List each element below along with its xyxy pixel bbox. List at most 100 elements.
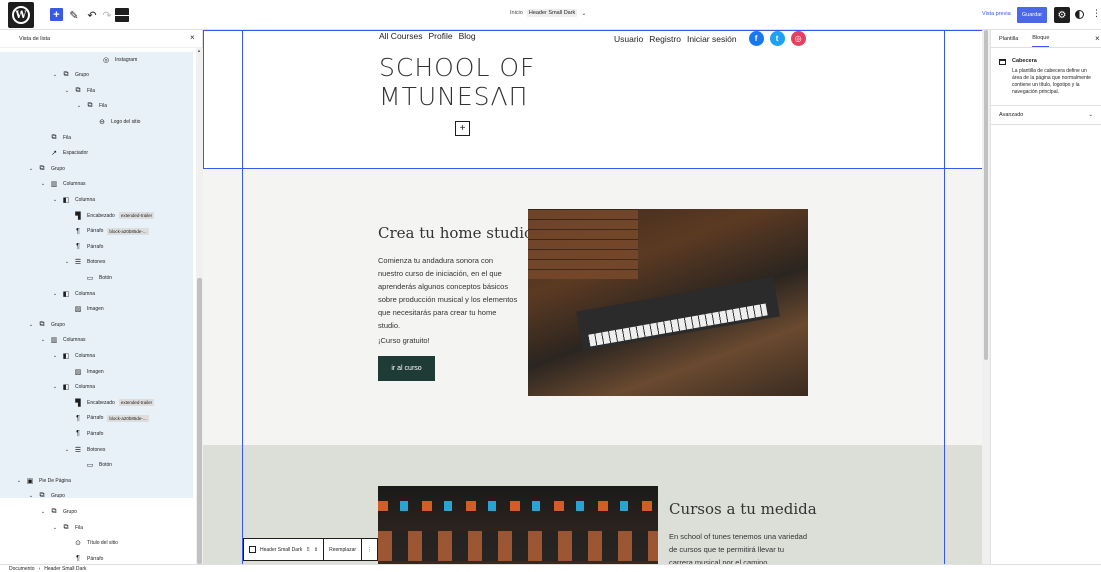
list-view-item[interactable]: ⌄ ⧉ Grupo	[0, 161, 193, 176]
nav-link-blog[interactable]: Blog	[459, 31, 476, 41]
go-to-course-button[interactable]: ir al curso	[378, 356, 435, 381]
list-view-item[interactable]: ▭ Botón	[0, 270, 193, 285]
chevron-down-icon[interactable]: ⌄	[16, 478, 22, 484]
list-view-item[interactable]: ▜ Encabezado extended-trailer	[0, 395, 193, 410]
preview-link[interactable]: Vista previa	[982, 11, 1011, 17]
close-icon[interactable]: ×	[1095, 34, 1100, 43]
redo-icon[interactable]: ↷	[101, 7, 113, 23]
chevron-down-icon[interactable]: ⌄	[28, 322, 34, 328]
section-heading[interactable]: Cursos a tu medida	[669, 500, 817, 518]
list-view-item[interactable]: ▜ Encabezado extended-trailer	[0, 208, 193, 223]
undo-icon[interactable]: ↶	[86, 7, 98, 23]
list-view-item[interactable]: ⌄ ▣ Pie De Página	[0, 473, 193, 488]
site-logo[interactable]: SCHOOL OF MTUNESΛΠ	[379, 53, 535, 111]
list-view-item[interactable]: ◎ Instagram	[0, 52, 193, 67]
list-view-item[interactable]: ⌄ ⧉ Grupo	[0, 489, 193, 504]
section-heading[interactable]: Crea tu home studio	[378, 224, 533, 242]
list-view-item[interactable]: ¶ Párrafo block-a20b85de-...	[0, 224, 193, 239]
list-view-item[interactable]: ⌄ ☰ Botones	[0, 442, 193, 457]
styles-icon[interactable]	[1074, 9, 1086, 21]
block-options-icon[interactable]: ⋮	[362, 539, 377, 560]
chevron-down-icon[interactable]: ⌄	[28, 493, 34, 499]
list-view-button[interactable]	[115, 8, 130, 22]
list-view-item[interactable]: ▨ Imagen	[0, 302, 193, 317]
facebook-icon[interactable]: f	[748, 31, 764, 46]
list-view-item[interactable]: ⊙ Título del sitio	[0, 536, 193, 551]
edit-tools-icon[interactable]: ✎	[68, 7, 80, 23]
nav-link-usuario[interactable]: Usuario	[614, 34, 643, 44]
list-view-item[interactable]: ▨ Imagen	[0, 364, 193, 379]
list-view-item[interactable]: ⌄ ▥ Columnas	[0, 177, 193, 192]
chevron-down-icon[interactable]: ⌄	[64, 447, 70, 453]
chevron-down-icon[interactable]: ⌄	[52, 72, 58, 78]
save-button[interactable]: Guardar	[1017, 7, 1047, 23]
block-type-switcher[interactable]: Header Small Dark ⠿ ⇕	[244, 539, 325, 560]
more-options-icon[interactable]: ⋮	[1092, 8, 1101, 19]
twitter-icon[interactable]: t	[769, 31, 785, 46]
list-view-item[interactable]: ⌄ ☰ Botones	[0, 255, 193, 270]
chevron-down-icon[interactable]: ⌄	[40, 337, 46, 343]
list-view-item[interactable]: ⌄ ⧉ Grupo	[0, 317, 193, 332]
chevron-down-icon[interactable]: ⌄	[64, 259, 70, 265]
list-view-item[interactable]: ↗ Espaciador	[0, 146, 193, 161]
nav-link-profile[interactable]: Profile	[428, 31, 452, 41]
chevron-down-icon[interactable]: ⌄	[52, 525, 58, 531]
move-up-down-icon[interactable]: ⇕	[314, 547, 318, 553]
free-course-paragraph[interactable]: ¡Curso gratuito!	[378, 336, 430, 345]
list-view-item[interactable]: ¶ Párrafo	[0, 426, 193, 441]
list-view-item[interactable]: ⌄ ⧉ Grupo	[0, 68, 193, 83]
close-icon[interactable]: ×	[190, 33, 195, 42]
list-view-item[interactable]: ¶ Párrafo	[0, 551, 193, 564]
add-block-button[interactable]: +	[50, 8, 63, 21]
list-view-item[interactable]: ⊖ Logo del sitio	[0, 114, 193, 129]
nav-link-all-courses[interactable]: All Courses	[379, 31, 422, 41]
chevron-down-icon[interactable]: ⌄	[40, 181, 46, 187]
list-view-item[interactable]: ⌄ ◧ Columna	[0, 286, 193, 301]
list-view-item[interactable]: ⌄ ⧉ Fila	[0, 99, 193, 114]
nav-link-registro[interactable]: Registro	[649, 34, 681, 44]
breadcrumb-current[interactable]: Header Small Dark	[44, 566, 86, 572]
section-paragraph[interactable]: En school of tunes tenemos una variedad …	[669, 530, 809, 564]
list-view-scrollbar[interactable]: ▲	[196, 48, 203, 564]
chevron-down-icon[interactable]: ⌄	[52, 353, 58, 359]
chevron-down-icon[interactable]: ⌄	[28, 166, 34, 172]
list-view-item[interactable]: ⧉ Fila	[0, 130, 193, 145]
section-paragraph[interactable]: Comienza tu andadura sonora con nuestro …	[378, 254, 518, 332]
list-view-item[interactable]: ⌄ ⧉ Grupo	[0, 504, 193, 519]
replace-button[interactable]: Reemplazar	[324, 539, 363, 560]
nav-link-iniciar-sesion[interactable]: Iniciar sesión	[687, 34, 737, 44]
list-view-item[interactable]: ▭ Botón	[0, 458, 193, 473]
chevron-down-icon[interactable]: ⌄	[64, 88, 70, 94]
list-view-item[interactable]: ¶ Párrafo	[0, 239, 193, 254]
chevron-down-icon[interactable]: ⌄	[52, 384, 58, 390]
chevron-down-icon[interactable]: ⌄	[76, 103, 82, 109]
studio-image[interactable]	[528, 209, 808, 396]
header-template-part[interactable]: All Courses Profile Blog Usuario Registr…	[203, 30, 985, 169]
instagram-icon[interactable]: ◎	[790, 31, 806, 46]
list-view-item[interactable]: ⌄ ▥ Columnas	[0, 333, 193, 348]
mixer-image[interactable]	[378, 486, 658, 564]
list-view-item[interactable]: ⌄ ⧉ Fila	[0, 83, 193, 98]
chevron-down-icon[interactable]: ⌄	[52, 291, 58, 297]
editor-canvas[interactable]: All Courses Profile Blog Usuario Registr…	[203, 30, 990, 564]
home-studio-section[interactable]: Crea tu home studio Comienza tu andadura…	[203, 169, 990, 445]
chevron-down-icon[interactable]: ⌄	[52, 197, 58, 203]
list-view-item[interactable]: ⌄ ⧉ Fila	[0, 520, 193, 535]
tab-template[interactable]: Plantilla	[999, 36, 1018, 47]
drag-handle-icon[interactable]: ⠿	[306, 547, 310, 553]
footer-icon: ▣	[26, 477, 34, 485]
list-view-item[interactable]: ⌄ ◧ Columna	[0, 348, 193, 363]
wordpress-logo-icon[interactable]: W	[8, 2, 34, 28]
list-view-item-label: Fila	[87, 87, 96, 94]
breadcrumb-root[interactable]: Documento	[9, 566, 35, 572]
list-view-item[interactable]: ⌄ ◧ Columna	[0, 380, 193, 395]
document-title[interactable]: Inicio Header Small Dark ⌄	[510, 9, 586, 17]
advanced-panel-toggle[interactable]: Avanzado ⌄	[991, 106, 1101, 125]
list-view-item[interactable]: ⌄ ◧ Columna	[0, 192, 193, 207]
tab-block[interactable]: Bloque	[1032, 35, 1050, 47]
canvas-scrollbar[interactable]	[982, 30, 990, 564]
list-view-item[interactable]: ¶ Párrafo block-a20b85de-...	[0, 411, 193, 426]
settings-gear-icon[interactable]: ⚙	[1054, 7, 1070, 23]
chevron-down-icon[interactable]: ⌄	[40, 509, 46, 515]
add-block-inline-button[interactable]: +	[455, 121, 470, 136]
